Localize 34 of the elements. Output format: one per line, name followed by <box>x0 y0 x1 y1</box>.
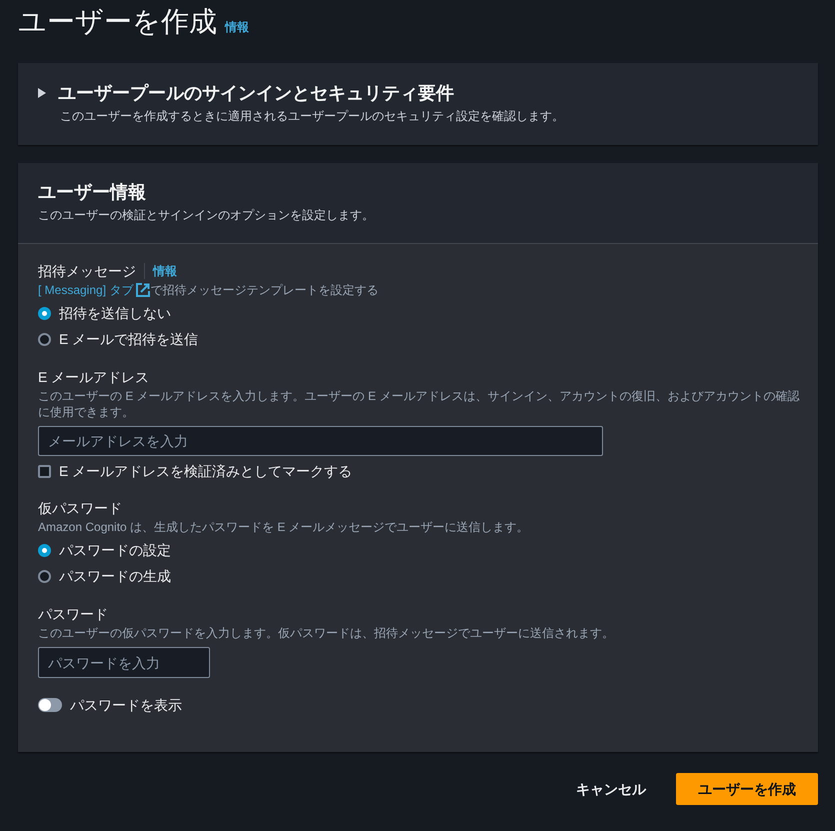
panel-heading[interactable]: ユーザープールのサインインとセキュリティ要件 <box>58 81 454 105</box>
field-label: パスワード <box>38 605 108 624</box>
radio-label: パスワードの設定 <box>59 541 171 560</box>
create-user-button[interactable]: ユーザーを作成 <box>676 773 818 805</box>
field-label: E メールアドレス <box>38 368 150 387</box>
field-label: 仮パスワード <box>38 499 122 518</box>
panel-description: このユーザーを作成するときに適用されるユーザープールのセキュリティ設定を確認します。 <box>60 108 565 124</box>
messaging-tab-link[interactable]: [ Messaging] タブ <box>38 282 150 298</box>
radio-button[interactable] <box>38 544 51 556</box>
radio-label: 招待を送信しない <box>59 304 171 323</box>
toggle-switch[interactable] <box>38 698 62 712</box>
radio-label: パスワードの生成 <box>59 567 171 586</box>
info-link[interactable]: 情報 <box>153 263 177 279</box>
info-link[interactable]: 情報 <box>225 19 249 35</box>
password-input-field[interactable]: パスワードを入力 <box>38 647 210 678</box>
field-description: このユーザーの E メールアドレスを入力します。ユーザーの E メールアドレスは、サインイン、アカウントの復旧、およびアカウントの確認に使用できます。 <box>38 388 800 420</box>
cancel-button[interactable]: キャンセル <box>576 773 646 805</box>
checkbox[interactable] <box>38 464 51 478</box>
toggle-label: パスワードを表示 <box>70 696 182 715</box>
panel-description: このユーザーの検証とサインインのオプションを設定します。 <box>38 207 375 223</box>
checkbox-label: E メールアドレスを検証済みとしてマークする <box>59 462 352 481</box>
field-description: Amazon Cognito は、生成したパスワードを E メールメッセージでユーザーに送信します。 <box>38 519 530 535</box>
page-title: ユーザーを作成 <box>18 5 217 39</box>
external-link-icon <box>136 283 150 297</box>
email-input-field[interactable]: メールアドレスを入力 <box>38 426 603 456</box>
field-label: 招待メッセージ <box>38 262 136 281</box>
hint-text: で招待メッセージテンプレートを設定する <box>150 282 378 298</box>
radio-label: E メールで招待を送信 <box>59 330 198 349</box>
radio-button[interactable] <box>38 570 51 582</box>
field-description: このユーザーの仮パスワードを入力します。仮パスワードは、招待メッセージでユーザーに送信されます。 <box>38 625 615 641</box>
panel-heading: ユーザー情報 <box>38 181 147 204</box>
radio-button[interactable] <box>38 332 51 346</box>
caret-right-icon[interactable] <box>38 88 46 98</box>
radio-button[interactable] <box>38 306 51 320</box>
